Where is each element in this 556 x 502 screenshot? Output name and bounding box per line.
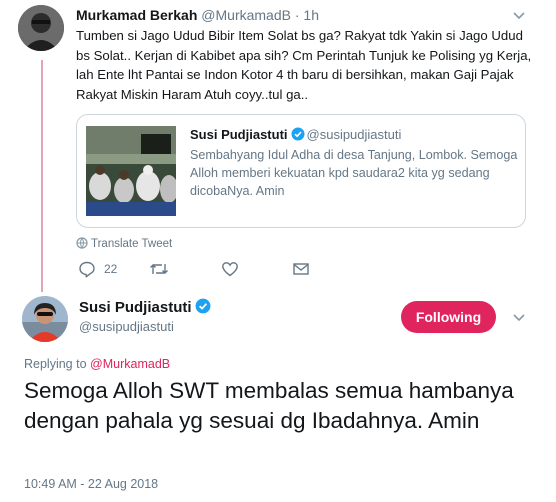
separator: ·	[294, 7, 300, 23]
heart-icon	[222, 262, 238, 277]
author-name[interactable]: Murkamad Berkah	[76, 7, 197, 23]
reply-icon	[79, 261, 95, 278]
tweet-text: Semoga Alloh SWT membalas semua hambanya…	[24, 378, 514, 433]
translate-label[interactable]: Translate Tweet	[91, 238, 172, 250]
tweet-timestamp[interactable]: 10:49 AM - 22 Aug 2018	[24, 477, 158, 491]
avatar[interactable]	[18, 5, 64, 51]
following-button[interactable]: Following	[401, 301, 496, 333]
quoted-tweet-image	[86, 126, 176, 216]
tweet-text: Tumben si Jago Udud Bibir Item Solat bs …	[76, 28, 532, 102]
author-handle[interactable]: @MurkamadB	[201, 7, 291, 23]
thread-line	[41, 60, 43, 292]
retweet-icon	[150, 264, 168, 274]
author-name[interactable]: Susi Pudjiastuti	[79, 299, 192, 316]
envelope-icon	[293, 263, 309, 275]
translate-tweet[interactable]: Translate Tweet	[76, 237, 172, 250]
reply-button[interactable]: 22	[78, 260, 117, 278]
verified-icon	[195, 298, 210, 314]
quoted-author: Susi Pudjiastuti @susipudjiastuti	[190, 127, 401, 142]
replying-to: Replying to @MurkamadB	[24, 357, 170, 371]
verified-icon	[291, 127, 305, 141]
quoted-tweet[interactable]: Susi Pudjiastuti @susipudjiastuti Sembahy…	[76, 114, 526, 228]
message-button[interactable]	[292, 260, 310, 278]
author[interactable]: Susi Pudjiastuti	[79, 298, 213, 316]
chevron-down-icon[interactable]	[513, 12, 525, 20]
globe-icon	[76, 237, 88, 249]
replying-prefix: Replying to	[24, 357, 87, 371]
quoted-author-handle: @susipudjiastuti	[306, 127, 402, 142]
reply-count: 22	[104, 262, 118, 276]
mention-link[interactable]: @MurkamadB	[90, 357, 170, 371]
like-button[interactable]	[221, 260, 239, 278]
author-handle[interactable]: @susipudjiastuti	[79, 319, 174, 334]
retweet-button[interactable]	[149, 260, 169, 278]
quoted-author-name: Susi Pudjiastuti	[190, 127, 288, 142]
parent-author[interactable]: Murkamad Berkah @MurkamadB · 1h	[76, 7, 319, 23]
avatar[interactable]	[22, 296, 68, 342]
quoted-tweet-text: Sembahyang Idul Adha di desa Tanjung, Lo…	[190, 148, 518, 198]
tweet-time[interactable]: 1h	[303, 7, 319, 23]
chevron-down-icon[interactable]	[513, 314, 525, 322]
